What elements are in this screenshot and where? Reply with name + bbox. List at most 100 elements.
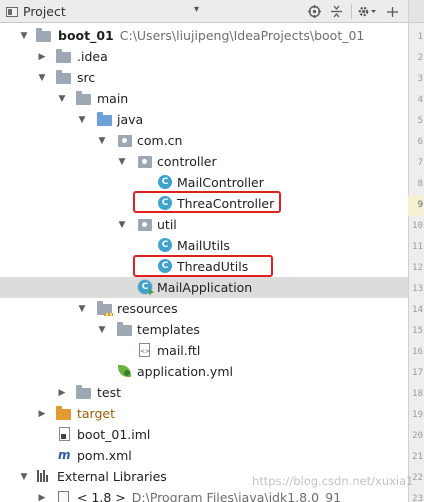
- tree-node-label: templates: [137, 322, 200, 337]
- line-number: 17: [412, 368, 423, 378]
- line-number: 2: [417, 53, 423, 63]
- expand-arrow-icon[interactable]: ▼: [18, 466, 30, 487]
- project-view-selector[interactable]: Project: [6, 0, 66, 23]
- tree-node-label: MailApplication: [157, 280, 253, 295]
- tree-node-label: .idea: [77, 49, 108, 64]
- folder-icon: [56, 49, 72, 64]
- view-dropdown-caret-icon[interactable]: ▾: [194, 4, 199, 15]
- maven-icon: m: [58, 448, 71, 462]
- line-number: 7: [417, 158, 423, 168]
- module-file-icon: [57, 427, 73, 442]
- spring-config-leaf-icon: [117, 364, 133, 379]
- tree-node-pom-xml[interactable]: m pom.xml: [0, 445, 408, 466]
- tree-node-label: External Libraries: [57, 469, 167, 484]
- jdk-path: D:\Program Files\java\jdk1.8.0_91: [131, 490, 342, 502]
- tree-node-label: util: [157, 217, 177, 232]
- tree-node-src[interactable]: ▼ src: [0, 67, 408, 88]
- hide-panel-icon[interactable]: [384, 3, 401, 20]
- module-folder-icon: [36, 28, 52, 43]
- line-number: 10: [412, 221, 423, 231]
- tree-node-boot-iml[interactable]: boot_01.iml: [0, 424, 408, 445]
- folder-icon: [76, 385, 92, 400]
- line-number: 23: [412, 494, 423, 502]
- line-number: 16: [412, 347, 423, 357]
- line-number: 21: [412, 452, 423, 462]
- expand-arrow-icon[interactable]: ▼: [96, 130, 108, 151]
- tree-node-templates[interactable]: ▼ templates: [0, 319, 408, 340]
- tree-node-label: MailUtils: [177, 238, 230, 253]
- expand-arrow-icon[interactable]: ▼: [116, 214, 128, 235]
- class-icon: C: [157, 238, 173, 253]
- root-module-name: boot_01: [58, 28, 114, 43]
- tree-node-target[interactable]: ▶ target: [0, 403, 408, 424]
- class-icon: C: [157, 175, 173, 190]
- collapse-arrow-icon[interactable]: ▶: [36, 46, 48, 67]
- collapse-arrow-icon[interactable]: ▶: [36, 487, 48, 502]
- tree-node-label: main: [97, 91, 129, 106]
- tree-node-label: src: [77, 70, 96, 85]
- collapse-arrow-icon[interactable]: ▶: [36, 403, 48, 424]
- tree-node-idea[interactable]: ▶ .idea: [0, 46, 408, 67]
- line-number: 6: [417, 137, 423, 147]
- tree-node-test[interactable]: ▶ test: [0, 382, 408, 403]
- collapse-all-icon[interactable]: [328, 3, 345, 20]
- line-number: 19: [412, 410, 423, 420]
- tree-node-label: com.cn: [137, 133, 183, 148]
- tree-node-label: target: [77, 406, 116, 421]
- tree-node-mail-application[interactable]: C MailApplication: [0, 277, 408, 298]
- tree-node-controller[interactable]: ▼ controller: [0, 151, 408, 172]
- line-number: 20: [412, 431, 423, 441]
- tree-node-label: java: [117, 112, 144, 127]
- tree-node-mail-ftl[interactable]: mail.ftl: [0, 340, 408, 361]
- package-icon: [137, 217, 153, 232]
- tree-node-label: controller: [157, 154, 217, 169]
- line-number: 1: [417, 32, 423, 42]
- tree-node-java[interactable]: ▼ java: [0, 109, 408, 130]
- jdk-icon: [56, 490, 72, 502]
- line-number: 13: [412, 284, 423, 294]
- folder-icon: [56, 70, 72, 85]
- tree-node-jdk[interactable]: ▶ < 1.8 > D:\Program Files\java\jdk1.8.0_…: [0, 487, 408, 502]
- resources-folder-icon: [97, 301, 113, 316]
- tree-node-resources[interactable]: ▼ resources: [0, 298, 408, 319]
- jdk-name: < 1.8 >: [77, 490, 126, 502]
- tree-node-boot-01[interactable]: ▼ boot_01 C:\Users\liujipeng\IdeaProjects…: [0, 25, 408, 46]
- expand-arrow-icon[interactable]: ▼: [96, 319, 108, 340]
- expand-arrow-icon[interactable]: ▼: [36, 67, 48, 88]
- tree-node-label: test: [97, 385, 122, 400]
- tree-node-application-yml[interactable]: application.yml: [0, 361, 408, 382]
- template-file-icon: [137, 343, 153, 358]
- tree-node-main[interactable]: ▼ main: [0, 88, 408, 109]
- spring-boot-app-class-icon: C: [137, 280, 154, 295]
- gear-icon[interactable]: [356, 3, 378, 20]
- folder-icon: [117, 322, 133, 337]
- highlight-box-thread-utils: [133, 255, 273, 277]
- editor-gutter: 1 2 3 4 5 6 7 8 9 10 11 12 13 14 15 16 17 18 19 20 21 22 23: [408, 0, 424, 502]
- tree-node-label: pom.xml: [77, 448, 132, 463]
- collapse-arrow-icon[interactable]: ▶: [56, 382, 68, 403]
- expand-arrow-icon[interactable]: ▼: [56, 88, 68, 109]
- expand-arrow-icon[interactable]: ▼: [76, 109, 88, 130]
- line-number: 11: [412, 242, 423, 252]
- expand-arrow-icon[interactable]: ▼: [76, 298, 88, 319]
- header-separator: [351, 4, 352, 19]
- highlight-box-threa-controller: [133, 191, 281, 213]
- project-icon: [6, 6, 18, 17]
- expand-arrow-icon[interactable]: ▼: [116, 151, 128, 172]
- package-icon: [117, 133, 133, 148]
- libraries-icon: [36, 469, 52, 484]
- line-number: 9: [408, 195, 423, 216]
- tree-node-label: boot_01.iml: [77, 427, 151, 442]
- line-number: 4: [417, 95, 423, 105]
- target-icon[interactable]: [306, 3, 323, 20]
- tree-node-mail-controller[interactable]: C MailController: [0, 172, 408, 193]
- expand-arrow-icon[interactable]: ▼: [18, 25, 30, 46]
- tree-node-mail-utils[interactable]: C MailUtils: [0, 235, 408, 256]
- editor-tab-strip: [409, 0, 424, 23]
- package-icon: [137, 154, 153, 169]
- line-number: 8: [417, 179, 423, 189]
- watermark: https://blog.csdn.net/xuxia1: [252, 474, 414, 488]
- tree-node-com-cn[interactable]: ▼ com.cn: [0, 130, 408, 151]
- tree-node-util[interactable]: ▼ util: [0, 214, 408, 235]
- line-number: 12: [412, 263, 423, 273]
